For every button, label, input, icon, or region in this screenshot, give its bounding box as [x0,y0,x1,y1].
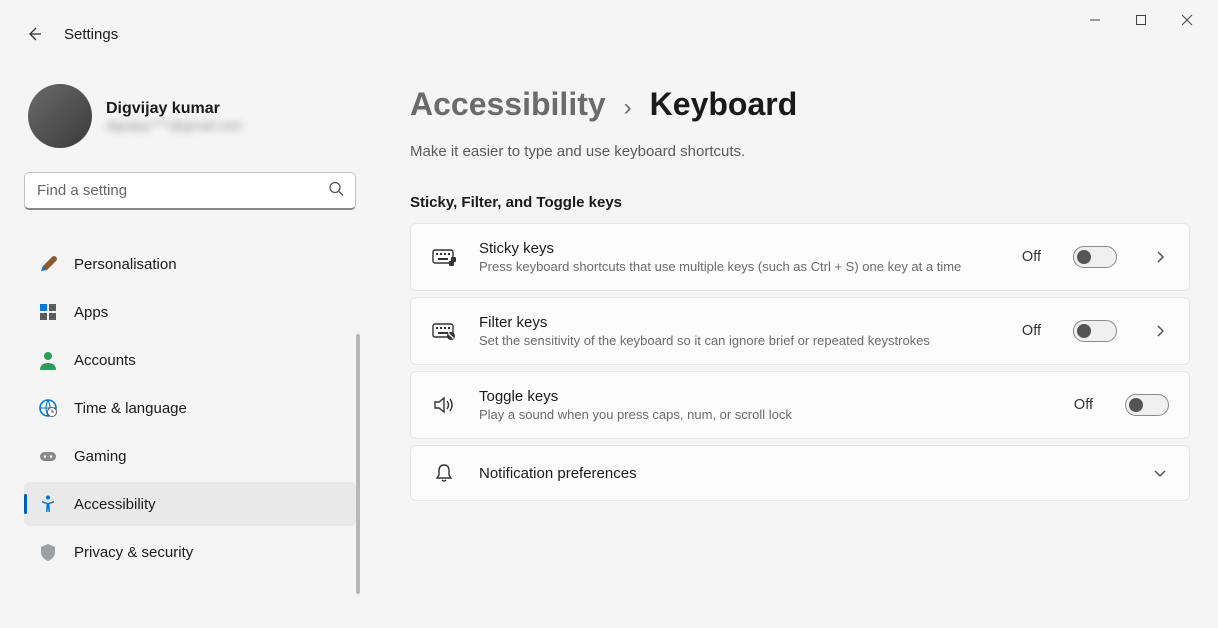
shield-icon [38,542,58,562]
chevron-right-icon[interactable] [1151,250,1169,264]
search-input[interactable] [24,172,356,210]
toggle-state-label: Off [1022,249,1041,265]
chevron-down-icon[interactable] [1151,468,1169,478]
sidebar-item-accounts[interactable]: Accounts [24,338,356,382]
breadcrumb-parent[interactable]: Accessibility [410,86,606,123]
setting-description: Press keyboard shortcuts that use multip… [479,259,999,274]
sidebar-item-label: Accessibility [74,496,156,513]
sidebar-item-privacy[interactable]: Privacy & security [24,530,356,574]
toggle-keys-toggle[interactable] [1125,394,1169,416]
search-container [24,172,356,210]
sticky-keys-toggle[interactable] [1073,246,1117,268]
window-close-button[interactable] [1164,5,1210,35]
paintbrush-icon [38,254,58,274]
sidebar-item-label: Accounts [74,352,136,369]
main-content: Accessibility › Keyboard Make it easier … [370,40,1218,628]
setting-title: Notification preferences [479,465,1117,482]
page-subtitle: Make it easier to type and use keyboard … [410,143,1190,160]
sidebar-item-label: Gaming [74,448,127,465]
page-title: Keyboard [650,86,798,123]
gamepad-icon [38,446,58,466]
toggle-state-label: Off [1022,323,1041,339]
apps-icon [38,302,58,322]
setting-description: Set the sensitivity of the keyboard so i… [479,333,999,348]
sidebar: Digvijay kumar digvijay****@gmail.com Pe… [0,40,370,628]
setting-toggle-keys[interactable]: Toggle keys Play a sound when you press … [410,371,1190,439]
bell-icon [431,462,457,484]
sidebar-item-gaming[interactable]: Gaming [24,434,356,478]
sidebar-item-personalisation[interactable]: Personalisation [24,242,356,286]
back-button[interactable] [24,24,44,44]
sidebar-item-label: Time & language [74,400,187,417]
toggle-state-label: Off [1074,397,1093,413]
search-icon [328,181,344,202]
sidebar-item-accessibility[interactable]: Accessibility [24,482,356,526]
avatar [28,84,92,148]
keyboard-icon [431,247,457,267]
chevron-right-icon: › [624,94,632,122]
window-maximize-button[interactable] [1118,5,1164,35]
window-minimize-button[interactable] [1072,5,1118,35]
chevron-right-icon[interactable] [1151,324,1169,338]
user-name: Digvijay kumar [106,100,242,118]
sidebar-item-label: Apps [74,304,108,321]
sidebar-item-label: Personalisation [74,256,177,273]
sidebar-item-label: Privacy & security [74,544,193,561]
setting-title: Filter keys [479,314,1000,331]
setting-description: Play a sound when you press caps, num, o… [479,407,999,422]
setting-filter-keys[interactable]: Filter keys Set the sensitivity of the k… [410,297,1190,365]
setting-notification-preferences[interactable]: Notification preferences [410,445,1190,501]
globe-clock-icon [38,398,58,418]
setting-sticky-keys[interactable]: Sticky keys Press keyboard shortcuts tha… [410,223,1190,291]
window-titlebar [0,0,1218,40]
sidebar-nav: Personalisation Apps Accounts Time & lan… [24,232,356,578]
sidebar-item-apps[interactable]: Apps [24,290,356,334]
sidebar-scrollbar[interactable] [356,334,360,594]
app-header: Settings [24,24,118,44]
setting-title: Toggle keys [479,388,1052,405]
person-icon [38,350,58,370]
keyboard-filter-icon [431,321,457,341]
speaker-icon [431,395,457,415]
app-title: Settings [64,26,118,43]
setting-title: Sticky keys [479,240,1000,257]
accessibility-icon [38,494,58,514]
user-account-block[interactable]: Digvijay kumar digvijay****@gmail.com [24,84,356,148]
breadcrumb: Accessibility › Keyboard [410,86,1190,123]
filter-keys-toggle[interactable] [1073,320,1117,342]
section-label: Sticky, Filter, and Toggle keys [410,194,1190,211]
sidebar-item-time-language[interactable]: Time & language [24,386,356,430]
user-email: digvijay****@gmail.com [106,118,242,133]
